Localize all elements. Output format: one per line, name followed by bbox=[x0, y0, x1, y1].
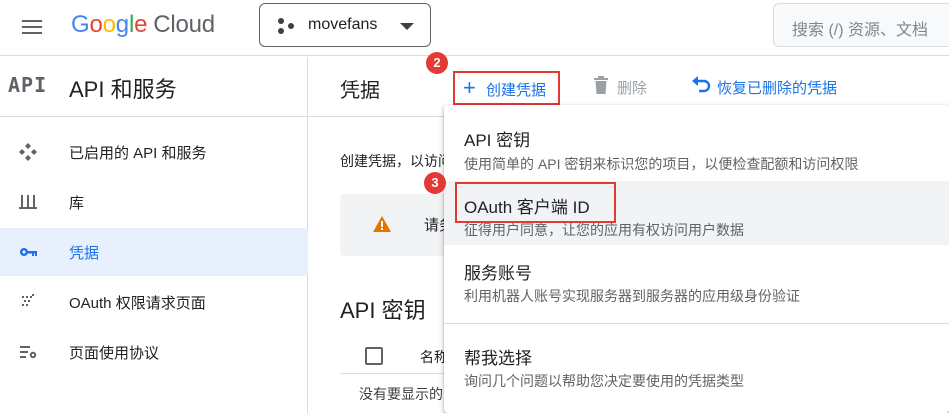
warning-icon bbox=[373, 216, 391, 232]
logo-letter: e bbox=[134, 11, 148, 38]
project-selector[interactable]: movefans bbox=[259, 3, 431, 47]
logo-cloud: Cloud bbox=[153, 11, 215, 38]
sidebar-item-label: 页面使用协议 bbox=[69, 345, 160, 362]
menu-item-description: 使用简单的 API 密钥来标识您的项目，以便检查配额和访问权限 bbox=[464, 156, 859, 172]
logo-letter: o bbox=[102, 11, 116, 38]
menu-item-api-key[interactable]: API 密钥 使用简单的 API 密钥来标识您的项目，以便检查配额和访问权限 bbox=[444, 105, 949, 177]
trash-icon bbox=[594, 76, 608, 94]
project-name: movefans bbox=[308, 16, 378, 33]
menu-item-title: 服务账号 bbox=[464, 264, 532, 283]
key-icon bbox=[20, 248, 37, 256]
google-cloud-logo[interactable]: Google Cloud bbox=[71, 11, 215, 39]
menu-item-description: 询问几个问题以帮助您决定要使用的凭据类型 bbox=[464, 373, 744, 389]
step-badge-3: 3 bbox=[424, 172, 446, 194]
intro-text: 创建凭据，以访问 bbox=[340, 153, 452, 169]
top-bar: Google Cloud movefans 搜索 (/) 资源、文档 bbox=[0, 0, 949, 56]
sidebar-item-enabled-apis[interactable]: 已启用的 API 和服务 bbox=[0, 128, 308, 176]
menu-item-title: 帮我选择 bbox=[464, 349, 532, 368]
page-title: 凭据 bbox=[340, 80, 380, 102]
empty-table-text: 没有要显示的 bbox=[359, 386, 443, 402]
api-logo-icon: API bbox=[8, 73, 48, 97]
settings-list-icon bbox=[20, 346, 37, 359]
project-icon bbox=[278, 18, 296, 34]
menu-icon[interactable] bbox=[20, 16, 44, 40]
restore-deleted-credentials-button[interactable]: 恢复已删除的凭据 bbox=[691, 73, 891, 103]
select-all-checkbox[interactable] bbox=[365, 347, 383, 365]
menu-item-title: API 密钥 bbox=[464, 131, 531, 150]
sidebar-item-label: OAuth 权限请求页面 bbox=[69, 295, 206, 312]
sidebar-item-credentials[interactable]: 凭据 bbox=[0, 228, 308, 276]
menu-item-description: 征得用户同意，让您的应用有权访问用户数据 bbox=[464, 222, 744, 238]
create-credentials-button[interactable]: + 创建凭据 bbox=[453, 71, 560, 105]
sidebar-item-oauth-consent[interactable]: OAuth 权限请求页面 bbox=[0, 278, 308, 326]
logo-letter: G bbox=[71, 11, 90, 38]
restore-label: 恢复已删除的凭据 bbox=[717, 80, 838, 97]
sidebar-item-label: 已启用的 API 和服务 bbox=[69, 145, 207, 162]
create-credentials-label: 创建凭据 bbox=[486, 82, 547, 99]
delete-label: 删除 bbox=[617, 80, 648, 97]
step-badge-2: 2 bbox=[426, 52, 448, 74]
search-placeholder: 搜索 (/) 资源、文档 bbox=[792, 22, 928, 39]
api-keys-section-title: API 密钥 bbox=[340, 298, 426, 323]
sidebar-item-page-usage-agreement[interactable]: 页面使用协议 bbox=[0, 328, 308, 376]
sidebar-item-label: 凭据 bbox=[69, 245, 100, 262]
search-input[interactable]: 搜索 (/) 资源、文档 bbox=[773, 3, 949, 47]
caret-down-icon bbox=[400, 23, 414, 30]
logo-letter: o bbox=[89, 11, 103, 38]
api-diamond-icon bbox=[19, 143, 37, 161]
menu-item-service-account[interactable]: 服务账号 利用机器人账号实现服务器到服务器的应用级身份验证 bbox=[444, 247, 949, 313]
oauth-highlight-box bbox=[455, 182, 616, 223]
sidebar: API API 和服务 已启用的 API 和服务 库 凭据 OAuth 权限请求… bbox=[0, 57, 308, 413]
logo-letter: g bbox=[115, 11, 129, 38]
plus-icon: + bbox=[463, 75, 476, 100]
sidebar-title: API 和服务 bbox=[69, 77, 177, 102]
library-icon bbox=[19, 195, 37, 209]
menu-divider bbox=[444, 323, 949, 324]
sidebar-item-label: 库 bbox=[69, 195, 85, 212]
consent-icon bbox=[22, 294, 34, 306]
undo-icon bbox=[692, 76, 711, 93]
menu-item-help-me-choose[interactable]: 帮我选择 询问几个问题以帮助您决定要使用的凭据类型 bbox=[444, 331, 949, 401]
sidebar-header: API API 和服务 bbox=[0, 57, 308, 117]
sidebar-item-library[interactable]: 库 bbox=[0, 178, 308, 226]
create-credentials-menu: API 密钥 使用简单的 API 密钥来标识您的项目，以便检查配额和访问权限 O… bbox=[444, 105, 949, 413]
menu-item-description: 利用机器人账号实现服务器到服务器的应用级身份验证 bbox=[464, 288, 800, 304]
